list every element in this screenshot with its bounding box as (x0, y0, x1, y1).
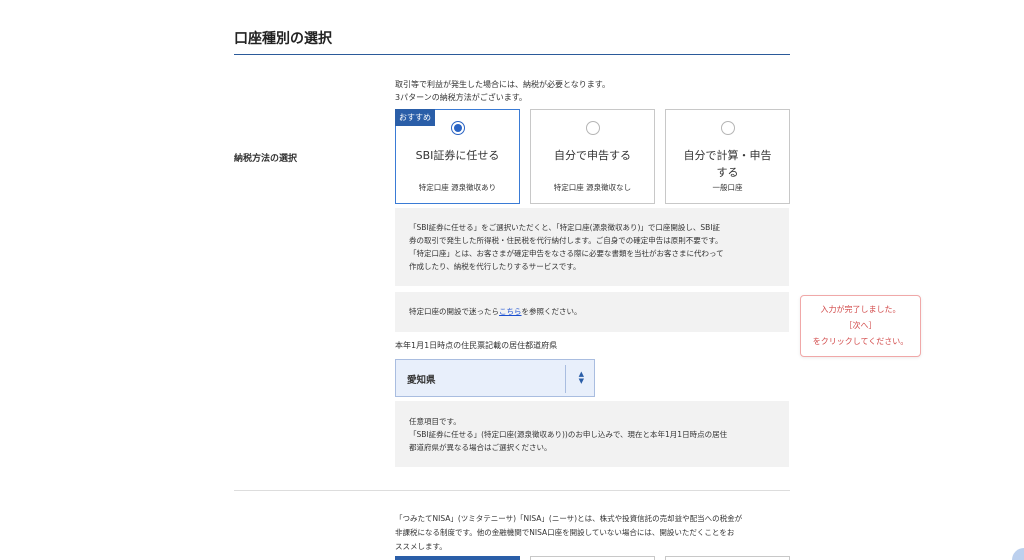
optional-note-line-1: 任意項目です。 (409, 417, 461, 426)
section-divider (234, 490, 790, 491)
tax-method-label: 納税方法の選択 (234, 154, 298, 164)
nisa-line-3: ススメします。 (395, 542, 447, 551)
title-rule (234, 54, 790, 55)
help-prefix: 特定口座の開設で迷ったら (409, 307, 499, 316)
explanation-line-3: 「特定口座」とは、お客さまが確定申告をなさる際に必要な書類を当社がお客さまに代わ… (409, 249, 724, 258)
intro-line-1: 取引等で利益が発生した場合には、納税が必要となります。 (395, 80, 610, 89)
toast-line-1: 入力が完了しました。 (820, 305, 901, 314)
completion-toast: 入力が完了しました。 ［次へ］ をクリックしてください。 (800, 295, 921, 357)
option-subtitle: 一般口座 (712, 183, 743, 192)
nisa-description: 「つみたてNISA」(ツミタテニーサ)「NISA」(ニーサ)とは、株式や投資信託… (395, 512, 795, 554)
tax-option-self-calc[interactable]: 自分で計算・申告する 一般口座 (665, 109, 790, 204)
tax-option-sbi[interactable]: おすすめ SBI証券に任せる 特定口座 源泉徴収あり (395, 109, 520, 204)
toast-line-3: をクリックしてください。 (812, 337, 909, 346)
section-title: 口座種別の選択 (234, 31, 332, 47)
explanation-line-1: 「SBI証券に任せる」をご選択いただくと、「特定口座(源泉徴収あり)」で口座開設… (409, 223, 721, 232)
explanation-box: 「SBI証券に任せる」をご選択いただくと、「特定口座(源泉徴収あり)」で口座開設… (395, 208, 789, 286)
option-subtitle: 特定口座 源泉徴収あり (418, 183, 497, 192)
optional-note-box: 任意項目です。 「SBI証券に任せる」(特定口座(源泉徴収あり))のお申し込みで… (395, 401, 789, 467)
option-title: 自分で計算・申告する (683, 149, 772, 179)
explanation-line-2: 券の取引で発生した所得税・住民税を代行納付します。ご自身での確定申告は原則不要で… (409, 236, 723, 245)
floating-action-button[interactable] (1012, 548, 1024, 560)
sort-arrows-icon: ▲ ▼ (578, 370, 584, 385)
radio-button[interactable] (451, 121, 465, 135)
option-subtitle: 特定口座 源泉徴収なし (553, 183, 632, 192)
nisa-option-3[interactable] (665, 556, 790, 560)
tax-option-self-report[interactable]: 自分で申告する 特定口座 源泉徴収なし (530, 109, 655, 204)
option-title: 自分で申告する (554, 149, 631, 162)
recommended-badge: おすすめ (395, 109, 435, 126)
prefecture-label: 本年1月1日時点の住民票記載の居住都道府県 (395, 341, 558, 350)
optional-note-line-3: 都道府県が異なる場合はご選択ください。 (409, 443, 552, 452)
optional-note-line-2: 「SBI証券に任せる」(特定口座(源泉徴収あり))のお申し込みで、現在と本年1月… (409, 430, 728, 439)
radio-button[interactable] (721, 121, 735, 135)
radio-button[interactable] (586, 121, 600, 135)
nisa-option-1[interactable] (395, 556, 520, 560)
select-divider (565, 365, 566, 393)
option-title: SBI証券に任せる (415, 149, 500, 162)
explanation-line-4: 作成したり、納税を代行したりするサービスです。 (409, 262, 581, 271)
nisa-line-1: 「つみたてNISA」(ツミタテニーサ)「NISA」(ニーサ)とは、株式や投資信託… (395, 514, 743, 523)
help-link[interactable]: こちら (499, 307, 522, 316)
help-box: 特定口座の開設で迷ったらこちらを参照ください。 (395, 292, 789, 332)
help-suffix: を参照ください。 (521, 307, 582, 316)
nisa-option-2[interactable] (530, 556, 655, 560)
prefecture-select[interactable]: 愛知県 ▲ ▼ (395, 359, 595, 397)
prefecture-value: 愛知県 (407, 375, 436, 386)
nisa-line-2: 非課税になる制度です。他の金融機関でNISA口座を開設していない場合には、開設い… (395, 528, 735, 537)
intro-line-2: 3パターンの納税方法がございます。 (395, 93, 527, 102)
toast-line-2: ［次へ］ (844, 321, 877, 330)
intro-text: 取引等で利益が発生した場合には、納税が必要となります。 3パターンの納税方法がご… (395, 78, 610, 104)
